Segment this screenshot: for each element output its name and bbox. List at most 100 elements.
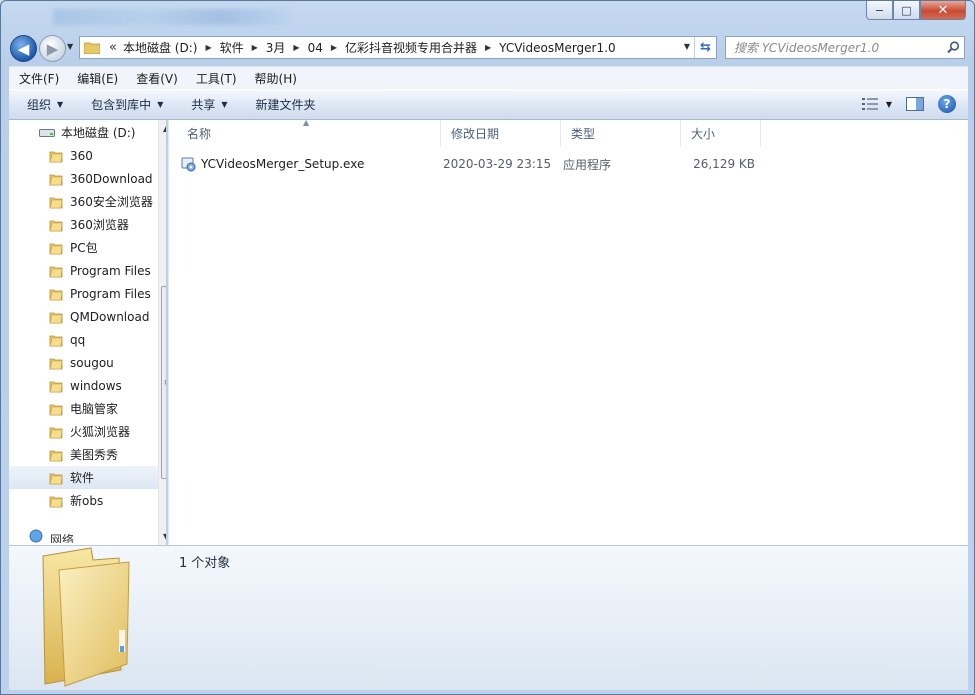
large-folder-icon bbox=[42, 547, 130, 687]
nav-item-folder[interactable]: 360安全浏览器 bbox=[9, 190, 166, 213]
nav-item-folder[interactable]: 新obs bbox=[9, 489, 166, 512]
folder-icon bbox=[49, 427, 63, 438]
navigation-pane: 本地磁盘 (D:) 360 360Download 360安全浏览器 360浏览器 PC… bbox=[9, 120, 166, 545]
help-button[interactable]: ? bbox=[938, 95, 956, 113]
nav-item-folder[interactable]: QMDownload bbox=[9, 305, 166, 328]
back-button[interactable]: ◀ bbox=[10, 35, 37, 62]
address-bar[interactable]: « 本地磁盘 (D:) ▶ 软件 ▶ 3月 ▶ 04 ▶ 亿彩抖音视频专用合并器… bbox=[79, 36, 717, 59]
address-row: ◀ ▶ ▼ « 本地磁盘 (D:) ▶ 软件 ▶ 3月 ▶ 04 ▶ 亿彩抖音视… bbox=[1, 33, 974, 63]
column-header-modified[interactable]: 修改日期 bbox=[441, 120, 561, 147]
folder-icon bbox=[49, 381, 63, 392]
nav-item-label: Program Files bbox=[70, 286, 151, 301]
nav-item-folder[interactable]: qq bbox=[9, 328, 166, 351]
details-view-icon bbox=[861, 98, 878, 110]
column-size-label: 大小 bbox=[691, 127, 716, 141]
nav-item-label: 新obs bbox=[70, 494, 104, 508]
change-view-button[interactable]: ▼ bbox=[861, 98, 892, 110]
nav-item-folder[interactable]: Program Files bbox=[9, 259, 166, 282]
nav-item-folder[interactable]: 软件 bbox=[9, 466, 166, 489]
breadcrumb-item[interactable]: 软件 bbox=[220, 39, 244, 56]
chevron-right-icon[interactable]: ▶ bbox=[205, 43, 211, 52]
nav-scrollbar[interactable]: ▲ ≡ ▼ bbox=[158, 120, 166, 545]
nav-item-folder[interactable]: 360浏览器 bbox=[9, 213, 166, 236]
folder-icon bbox=[49, 151, 63, 162]
menu-view[interactable]: 查看(V) bbox=[126, 70, 186, 87]
menu-tools[interactable]: 工具(T) bbox=[186, 70, 245, 87]
nav-item-network[interactable]: 网络 bbox=[9, 529, 166, 543]
breadcrumb-item[interactable]: YCVideosMerger1.0 bbox=[499, 41, 615, 55]
network-icon bbox=[29, 529, 43, 543]
column-header-size[interactable]: 大小 bbox=[681, 120, 761, 147]
folder-icon bbox=[49, 335, 63, 346]
scroll-thumb[interactable]: ≡ bbox=[161, 286, 166, 479]
organize-label: 组织 bbox=[27, 98, 52, 112]
nav-item-label: 软件 bbox=[70, 471, 95, 485]
sort-up-icon: ▲ bbox=[303, 118, 310, 127]
nav-item-drive-d[interactable]: 本地磁盘 (D:) bbox=[9, 121, 166, 144]
folder-list: 360 360Download 360安全浏览器 360浏览器 PC包 Program F… bbox=[9, 144, 166, 512]
menu-file[interactable]: 文件(F) bbox=[9, 70, 67, 87]
share-button[interactable]: 共享 ▼ bbox=[173, 96, 237, 113]
breadcrumb-item[interactable]: 亿彩抖音视频专用合并器 bbox=[345, 39, 477, 56]
nav-item-label: 360 bbox=[70, 148, 93, 163]
breadcrumb-item[interactable]: 04 bbox=[308, 41, 323, 55]
crumb-overflow-icon[interactable]: « bbox=[109, 40, 117, 55]
column-header-type[interactable]: 类型 bbox=[561, 120, 681, 147]
search-input[interactable] bbox=[726, 40, 942, 55]
nav-item-folder[interactable]: 美图秀秀 bbox=[9, 443, 166, 466]
chevron-right-icon[interactable]: ▶ bbox=[252, 43, 258, 52]
nav-item-folder[interactable]: 360Download bbox=[9, 167, 166, 190]
nav-item-folder[interactable]: Program Files bbox=[9, 282, 166, 305]
minimize-button[interactable]: − bbox=[866, 1, 893, 20]
column-modified-label: 修改日期 bbox=[451, 127, 500, 141]
maximize-button[interactable]: □ bbox=[893, 1, 920, 20]
folder-icon bbox=[49, 450, 63, 461]
new-folder-button[interactable]: 新建文件夹 bbox=[238, 96, 326, 113]
nav-item-label: 网络 bbox=[50, 533, 75, 543]
include-in-library-button[interactable]: 包含到库中 ▼ bbox=[73, 96, 173, 113]
nav-item-folder[interactable]: sougou bbox=[9, 351, 166, 374]
command-bar-right: ▼ ? bbox=[861, 95, 956, 113]
nav-item-label: QMDownload bbox=[70, 309, 150, 324]
search-box[interactable] bbox=[725, 36, 965, 59]
scroll-down-icon[interactable]: ▼ bbox=[163, 532, 166, 541]
nav-item-label: Program Files bbox=[70, 263, 151, 278]
chevron-right-icon[interactable]: ▶ bbox=[293, 43, 299, 52]
close-button[interactable]: ✕ bbox=[920, 1, 966, 20]
recent-pages-dropdown[interactable]: ▼ bbox=[67, 42, 73, 51]
refresh-button[interactable]: ⇆ bbox=[694, 37, 716, 58]
item-count-value: 1 bbox=[179, 556, 188, 571]
nav-item-folder[interactable]: windows bbox=[9, 374, 166, 397]
organize-button[interactable]: 组织 ▼ bbox=[9, 96, 73, 113]
preview-pane-icon[interactable] bbox=[906, 97, 924, 111]
menu-help[interactable]: 帮助(H) bbox=[245, 70, 305, 87]
folder-icon bbox=[49, 289, 63, 300]
chevron-right-icon[interactable]: ▶ bbox=[331, 43, 337, 52]
installer-icon bbox=[181, 157, 196, 172]
new-folder-label: 新建文件夹 bbox=[255, 98, 316, 112]
chevron-down-icon[interactable]: ▼ bbox=[886, 100, 892, 109]
folder-icon bbox=[49, 312, 63, 323]
file-row[interactable]: YCVideosMerger_Setup.exe 2020-03-29 23:1… bbox=[181, 152, 755, 176]
nav-item-label: 360Download bbox=[70, 171, 153, 186]
search-icon[interactable] bbox=[942, 41, 964, 54]
file-size: 26,129 KB bbox=[693, 157, 755, 171]
breadcrumb-item[interactable]: 3月 bbox=[266, 39, 286, 56]
nav-item-folder[interactable]: PC包 bbox=[9, 236, 166, 259]
forward-button[interactable]: ▶ bbox=[39, 35, 66, 62]
menu-edit[interactable]: 编辑(E) bbox=[67, 70, 126, 87]
folder-icon bbox=[49, 243, 63, 254]
breadcrumb-item[interactable]: 本地磁盘 (D:) bbox=[123, 39, 197, 56]
nav-item-label: 360安全浏览器 bbox=[70, 195, 153, 209]
scroll-up-icon[interactable]: ▲ bbox=[163, 124, 166, 133]
include-library-label: 包含到库中 bbox=[91, 98, 152, 112]
item-count-label: 个对象 bbox=[191, 556, 231, 571]
folder-icon bbox=[49, 496, 63, 507]
nav-item-folder[interactable]: 360 bbox=[9, 144, 166, 167]
nav-item-folder[interactable]: 火狐浏览器 bbox=[9, 420, 166, 443]
address-dropdown-icon[interactable]: ▼ bbox=[684, 42, 690, 51]
column-header-name[interactable]: ▲ 名称 bbox=[169, 118, 441, 147]
nav-item-folder[interactable]: 电脑管家 bbox=[9, 397, 166, 420]
file-name-cell[interactable]: YCVideosMerger_Setup.exe bbox=[181, 156, 443, 172]
chevron-right-icon[interactable]: ▶ bbox=[485, 43, 491, 52]
